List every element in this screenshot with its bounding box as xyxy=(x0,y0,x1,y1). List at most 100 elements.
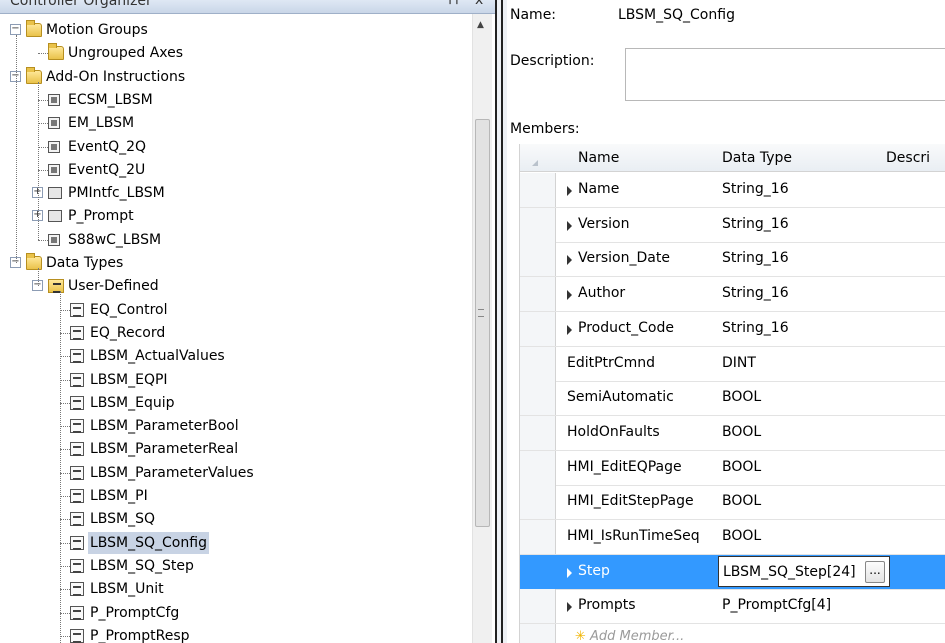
tree-item[interactable]: S88wC_LBSM xyxy=(6,229,472,252)
row-header[interactable] xyxy=(520,277,556,312)
expand-arrow-icon[interactable] xyxy=(567,324,572,335)
tree-item[interactable]: Ungrouped Axes xyxy=(6,42,472,65)
expand-arrow-icon[interactable] xyxy=(567,602,572,613)
expand-arrow-icon[interactable] xyxy=(567,255,572,266)
expand-arrow-icon[interactable] xyxy=(567,220,572,231)
member-data-type[interactable]: BOOL xyxy=(722,424,761,440)
member-name[interactable]: Version_Date xyxy=(578,250,670,266)
member-name[interactable]: Version xyxy=(578,216,629,232)
pane-splitter[interactable] xyxy=(495,0,507,643)
scroll-up-icon[interactable]: ▲ xyxy=(477,20,484,30)
tree-item[interactable]: P_PromptResp xyxy=(6,625,472,643)
member-row[interactable]: EditPtrCmnd DINT xyxy=(520,346,945,382)
tree-item[interactable]: + P_Prompt xyxy=(6,205,472,228)
column-header-name[interactable]: Name xyxy=(578,150,619,166)
member-name[interactable]: Author xyxy=(578,285,625,301)
member-row[interactable]: SemiAutomatic BOOL xyxy=(520,381,945,417)
tree-item[interactable]: EQ_Control xyxy=(6,299,472,322)
member-name[interactable]: Prompts xyxy=(578,597,636,613)
member-name[interactable]: HoldOnFaults xyxy=(567,424,660,440)
tree-item[interactable]: ECSM_LBSM xyxy=(6,89,472,112)
member-data-type[interactable]: String_16 xyxy=(722,285,789,301)
member-data-type[interactable]: BOOL xyxy=(722,389,761,405)
member-row[interactable]: HMI_EditStepPage BOOL xyxy=(520,485,945,521)
tree-item[interactable]: EventQ_2Q xyxy=(6,136,472,159)
tree-item[interactable]: LBSM_ParameterBool xyxy=(6,415,472,438)
member-data-type[interactable]: String_16 xyxy=(722,216,789,232)
member-name[interactable]: Product_Code xyxy=(578,320,674,336)
row-header[interactable] xyxy=(520,381,556,416)
expand-arrow-icon[interactable] xyxy=(567,567,572,578)
add-member-row[interactable]: ✳ Add Member... xyxy=(520,624,945,643)
pin-icon[interactable]: ⊓ xyxy=(448,0,459,8)
row-header[interactable] xyxy=(520,485,556,520)
member-data-type[interactable]: BOOL xyxy=(722,459,761,475)
member-name[interactable]: SemiAutomatic xyxy=(567,389,674,405)
close-icon[interactable]: x xyxy=(475,0,483,8)
tree-item[interactable]: EM_LBSM xyxy=(6,112,472,135)
member-name[interactable]: HMI_IsRunTimeSeq xyxy=(567,528,700,544)
row-header[interactable] xyxy=(520,311,556,346)
tree-item[interactable]: LBSM_ParameterValues xyxy=(6,462,472,485)
tree-item[interactable]: LBSM_ActualValues xyxy=(6,345,472,368)
row-header[interactable] xyxy=(520,450,556,485)
tree-item[interactable]: LBSM_PI xyxy=(6,485,472,508)
tree-item[interactable]: − User-Defined xyxy=(6,275,472,298)
member-row[interactable]: HMI_IsRunTimeSeq BOOL xyxy=(520,520,945,555)
tree-item[interactable]: − Add-On Instructions xyxy=(6,66,472,89)
tree-item[interactable]: LBSM_SQ_Config xyxy=(6,531,472,555)
expand-arrow-icon[interactable] xyxy=(567,186,572,196)
row-header[interactable] xyxy=(520,207,556,242)
expand-arrow-icon[interactable] xyxy=(567,290,572,301)
tree-item[interactable]: LBSM_ParameterReal xyxy=(6,438,472,461)
row-header[interactable] xyxy=(520,589,556,624)
member-data-type[interactable]: P_PromptCfg[4] xyxy=(722,597,831,613)
row-header[interactable] xyxy=(520,415,556,450)
name-field[interactable]: LBSM_SQ_Config xyxy=(618,7,735,23)
tree-scrollbar[interactable]: ▲ xyxy=(472,14,492,643)
member-data-type[interactable]: LBSM_SQ_Step[24] xyxy=(723,564,856,580)
tree-item[interactable]: EventQ_2U xyxy=(6,159,472,182)
member-row[interactable]: Step LBSM_SQ_Step[24]... xyxy=(520,554,945,590)
tree-item[interactable]: LBSM_SQ xyxy=(6,508,472,531)
member-row[interactable]: HoldOnFaults BOOL xyxy=(520,415,945,451)
row-header[interactable] xyxy=(520,173,556,207)
member-data-type[interactable]: DINT xyxy=(722,355,756,371)
member-data-type[interactable]: BOOL xyxy=(722,528,761,544)
row-header[interactable] xyxy=(520,554,556,589)
column-header-description[interactable]: Descri xyxy=(886,150,930,166)
tree-item[interactable]: LBSM_Unit xyxy=(6,578,472,601)
tree-item[interactable]: EQ_Record xyxy=(6,322,472,345)
data-type-editor-field[interactable]: LBSM_SQ_Step[24]... xyxy=(718,555,890,587)
row-header[interactable] xyxy=(520,346,556,381)
member-row[interactable]: HMI_EditEQPage BOOL xyxy=(520,450,945,486)
member-name[interactable]: EditPtrCmnd xyxy=(567,355,655,371)
member-row[interactable]: Prompts P_PromptCfg[4] xyxy=(520,589,945,625)
add-member-label[interactable]: Add Member... xyxy=(590,629,684,643)
tree-item[interactable]: + PMIntfc_LBSM xyxy=(6,182,472,205)
scroll-thumb[interactable] xyxy=(475,119,490,527)
tree-item[interactable]: LBSM_SQ_Step xyxy=(6,555,472,578)
browse-data-type-button[interactable]: ... xyxy=(865,560,885,583)
member-data-type[interactable]: String_16 xyxy=(722,181,789,197)
member-data-type[interactable]: BOOL xyxy=(722,493,761,509)
row-header[interactable] xyxy=(520,242,556,277)
member-data-type[interactable]: String_16 xyxy=(722,250,789,266)
member-row[interactable]: Version String_16 xyxy=(520,207,945,243)
collapse-icon[interactable]: − xyxy=(10,24,21,35)
member-name[interactable]: Step xyxy=(578,563,610,579)
member-row[interactable]: Author String_16 xyxy=(520,277,945,313)
tree-item[interactable]: − Data Types xyxy=(6,252,472,275)
member-name[interactable]: Name xyxy=(578,181,619,197)
member-name[interactable]: HMI_EditEQPage xyxy=(567,459,682,475)
member-data-type[interactable]: String_16 xyxy=(722,320,789,336)
description-field[interactable] xyxy=(625,48,945,101)
member-name[interactable]: HMI_EditStepPage xyxy=(567,493,694,509)
member-row[interactable]: Product_Code String_16 xyxy=(520,311,945,347)
tree-item[interactable]: − Motion Groups xyxy=(6,19,472,42)
row-header[interactable] xyxy=(520,520,556,554)
column-header-data-type[interactable]: Data Type xyxy=(722,150,792,166)
member-row[interactable]: Version_Date String_16 xyxy=(520,242,945,278)
tree-item[interactable]: LBSM_Equip xyxy=(6,392,472,415)
tree-item[interactable]: P_PromptCfg xyxy=(6,602,472,625)
